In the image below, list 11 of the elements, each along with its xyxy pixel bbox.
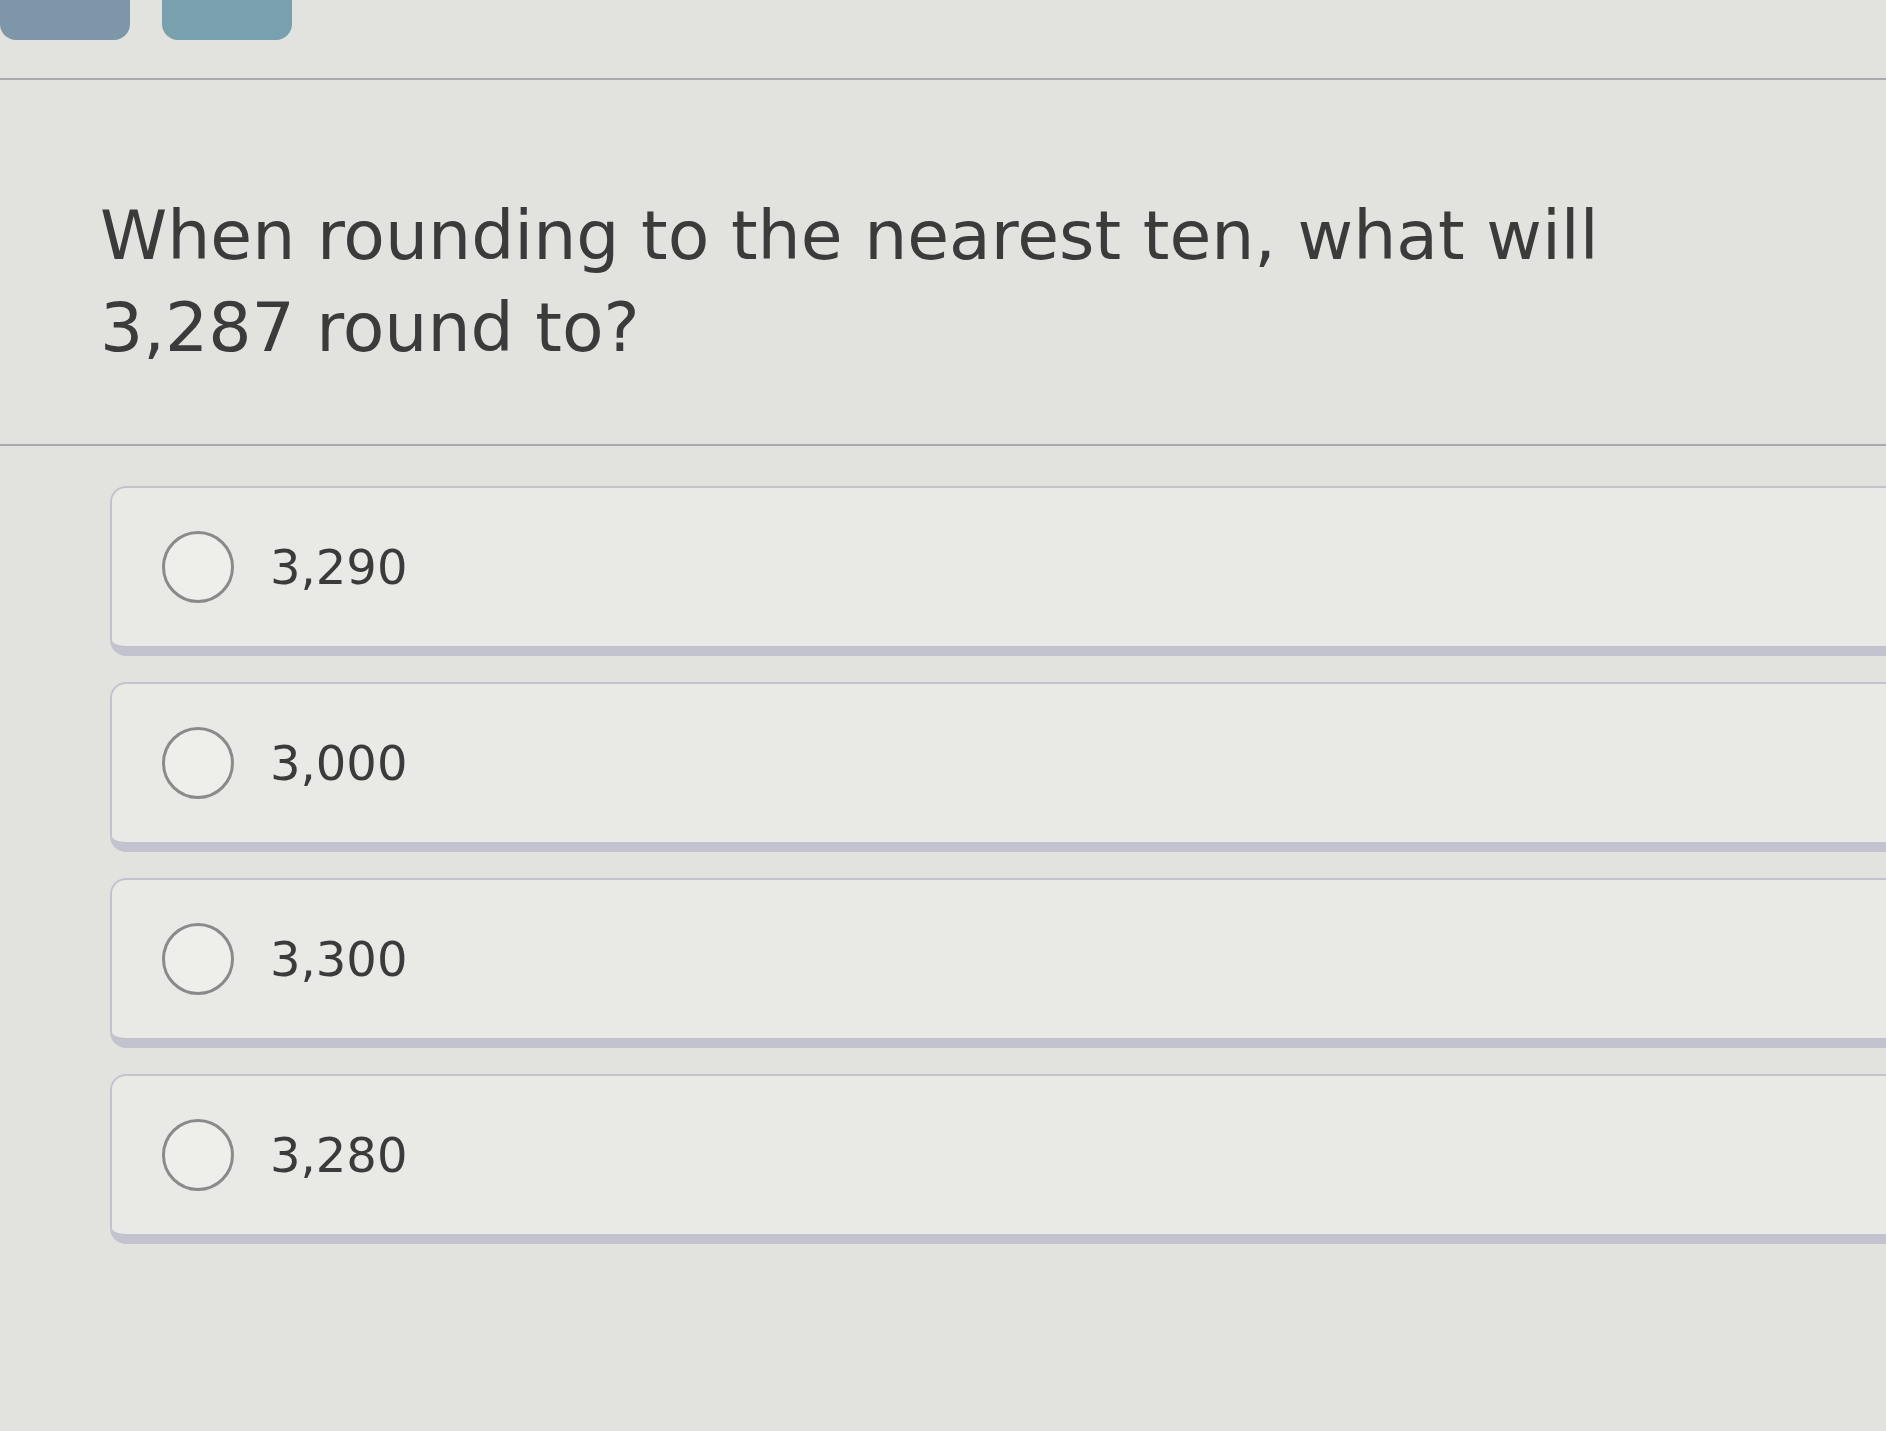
option-label: 3,290	[270, 537, 408, 597]
header-tab[interactable]	[162, 0, 292, 40]
option-label: 3,300	[270, 929, 408, 989]
answer-option[interactable]: 3,290	[110, 485, 1886, 656]
answer-option[interactable]: 3,280	[110, 1073, 1886, 1244]
question-text: When rounding to the nearest ten, what will 3,287 round to?	[100, 195, 1600, 369]
option-label: 3,280	[270, 1125, 408, 1185]
answer-option[interactable]: 3,300	[110, 877, 1886, 1048]
answer-option[interactable]: 3,000	[110, 681, 1886, 852]
option-label: 3,000	[270, 733, 408, 793]
header-tab[interactable]	[0, 0, 130, 40]
